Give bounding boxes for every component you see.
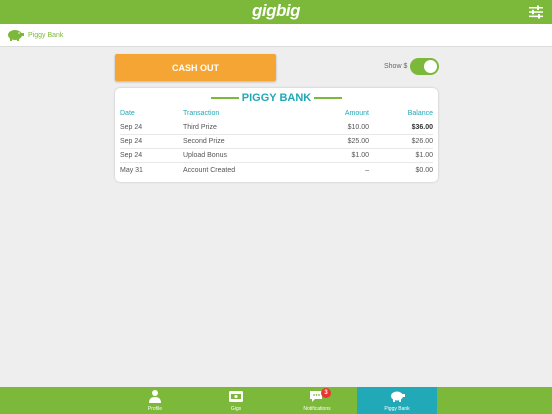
person-icon	[149, 390, 161, 403]
tab-profile[interactable]: Profile	[115, 387, 195, 414]
cash-out-button[interactable]: CASH OUT	[115, 54, 276, 81]
piggy-bank-title: PIGGY BANK	[241, 92, 312, 104]
table-row: Sep 24 Second Prize $25.00 $26.00	[120, 135, 433, 149]
tab-label: Gigs	[230, 406, 242, 412]
table-row: Sep 24 Third Prize $10.00 $36.00	[120, 121, 433, 135]
piggy-bank-icon	[8, 30, 24, 41]
tab-label: Profile	[147, 406, 163, 412]
row-balance: $0.00	[415, 167, 433, 174]
notification-badge: 3	[321, 388, 331, 398]
header-amount: Amount	[344, 110, 369, 117]
row-amount: –	[365, 167, 369, 174]
row-transaction: Upload Bonus	[183, 152, 227, 159]
tab-gigs[interactable]: Gigs	[196, 387, 276, 414]
header-date: Date	[120, 110, 135, 117]
row-date: Sep 24	[120, 138, 143, 145]
ticket-icon	[229, 391, 243, 402]
title-divider-left	[210, 97, 239, 99]
show-dollars-label: Show $	[384, 63, 408, 70]
row-balance: $1.00	[415, 152, 433, 159]
toggle-knob	[424, 60, 438, 73]
row-date: May 31	[120, 167, 143, 174]
row-transaction: Third Prize	[183, 124, 217, 131]
show-dollars-toggle[interactable]	[410, 58, 440, 75]
bottom-tab-bar: Profile Gigs 3 Notifications Piggy Bank	[0, 387, 552, 414]
breadcrumb-label: Piggy Bank	[28, 31, 64, 39]
row-balance: $36.00	[411, 124, 433, 131]
row-amount: $1.00	[351, 152, 369, 159]
row-transaction: Second Prize	[183, 138, 225, 145]
tab-label: Piggy Bank	[384, 406, 410, 412]
tab-notifications[interactable]: 3 Notifications	[277, 387, 357, 414]
table-header: Date Transaction Amount Balance	[120, 107, 433, 121]
show-dollars-toggle-group: Show $	[384, 58, 440, 75]
row-amount: $10.00	[347, 124, 369, 131]
tab-label: Notifications	[303, 406, 331, 412]
title-divider-right	[314, 97, 343, 99]
settings-sliders-icon[interactable]	[528, 4, 544, 20]
tab-piggy-bank[interactable]: Piggy Bank	[357, 387, 437, 414]
table-row: May 31 Account Created – $0.00	[120, 164, 433, 178]
top-bar: gigbig	[0, 0, 552, 24]
piggy-bank-card: PIGGY BANK Date Transaction Amount Balan…	[115, 88, 438, 182]
header-transaction: Transaction	[183, 110, 220, 117]
breadcrumb: Piggy Bank	[0, 24, 552, 47]
header-balance: Balance	[407, 110, 433, 117]
piggy-bank-icon	[391, 391, 405, 402]
row-date: Sep 24	[120, 152, 143, 159]
row-balance: $26.00	[411, 138, 433, 145]
row-date: Sep 24	[120, 124, 143, 131]
row-amount: $25.00	[347, 138, 369, 145]
gigbig-logo: gigbig	[252, 1, 300, 20]
table-row: Sep 24 Upload Bonus $1.00 $1.00	[120, 149, 433, 163]
row-transaction: Account Created	[183, 167, 236, 174]
card-title: PIGGY BANK	[115, 92, 438, 104]
